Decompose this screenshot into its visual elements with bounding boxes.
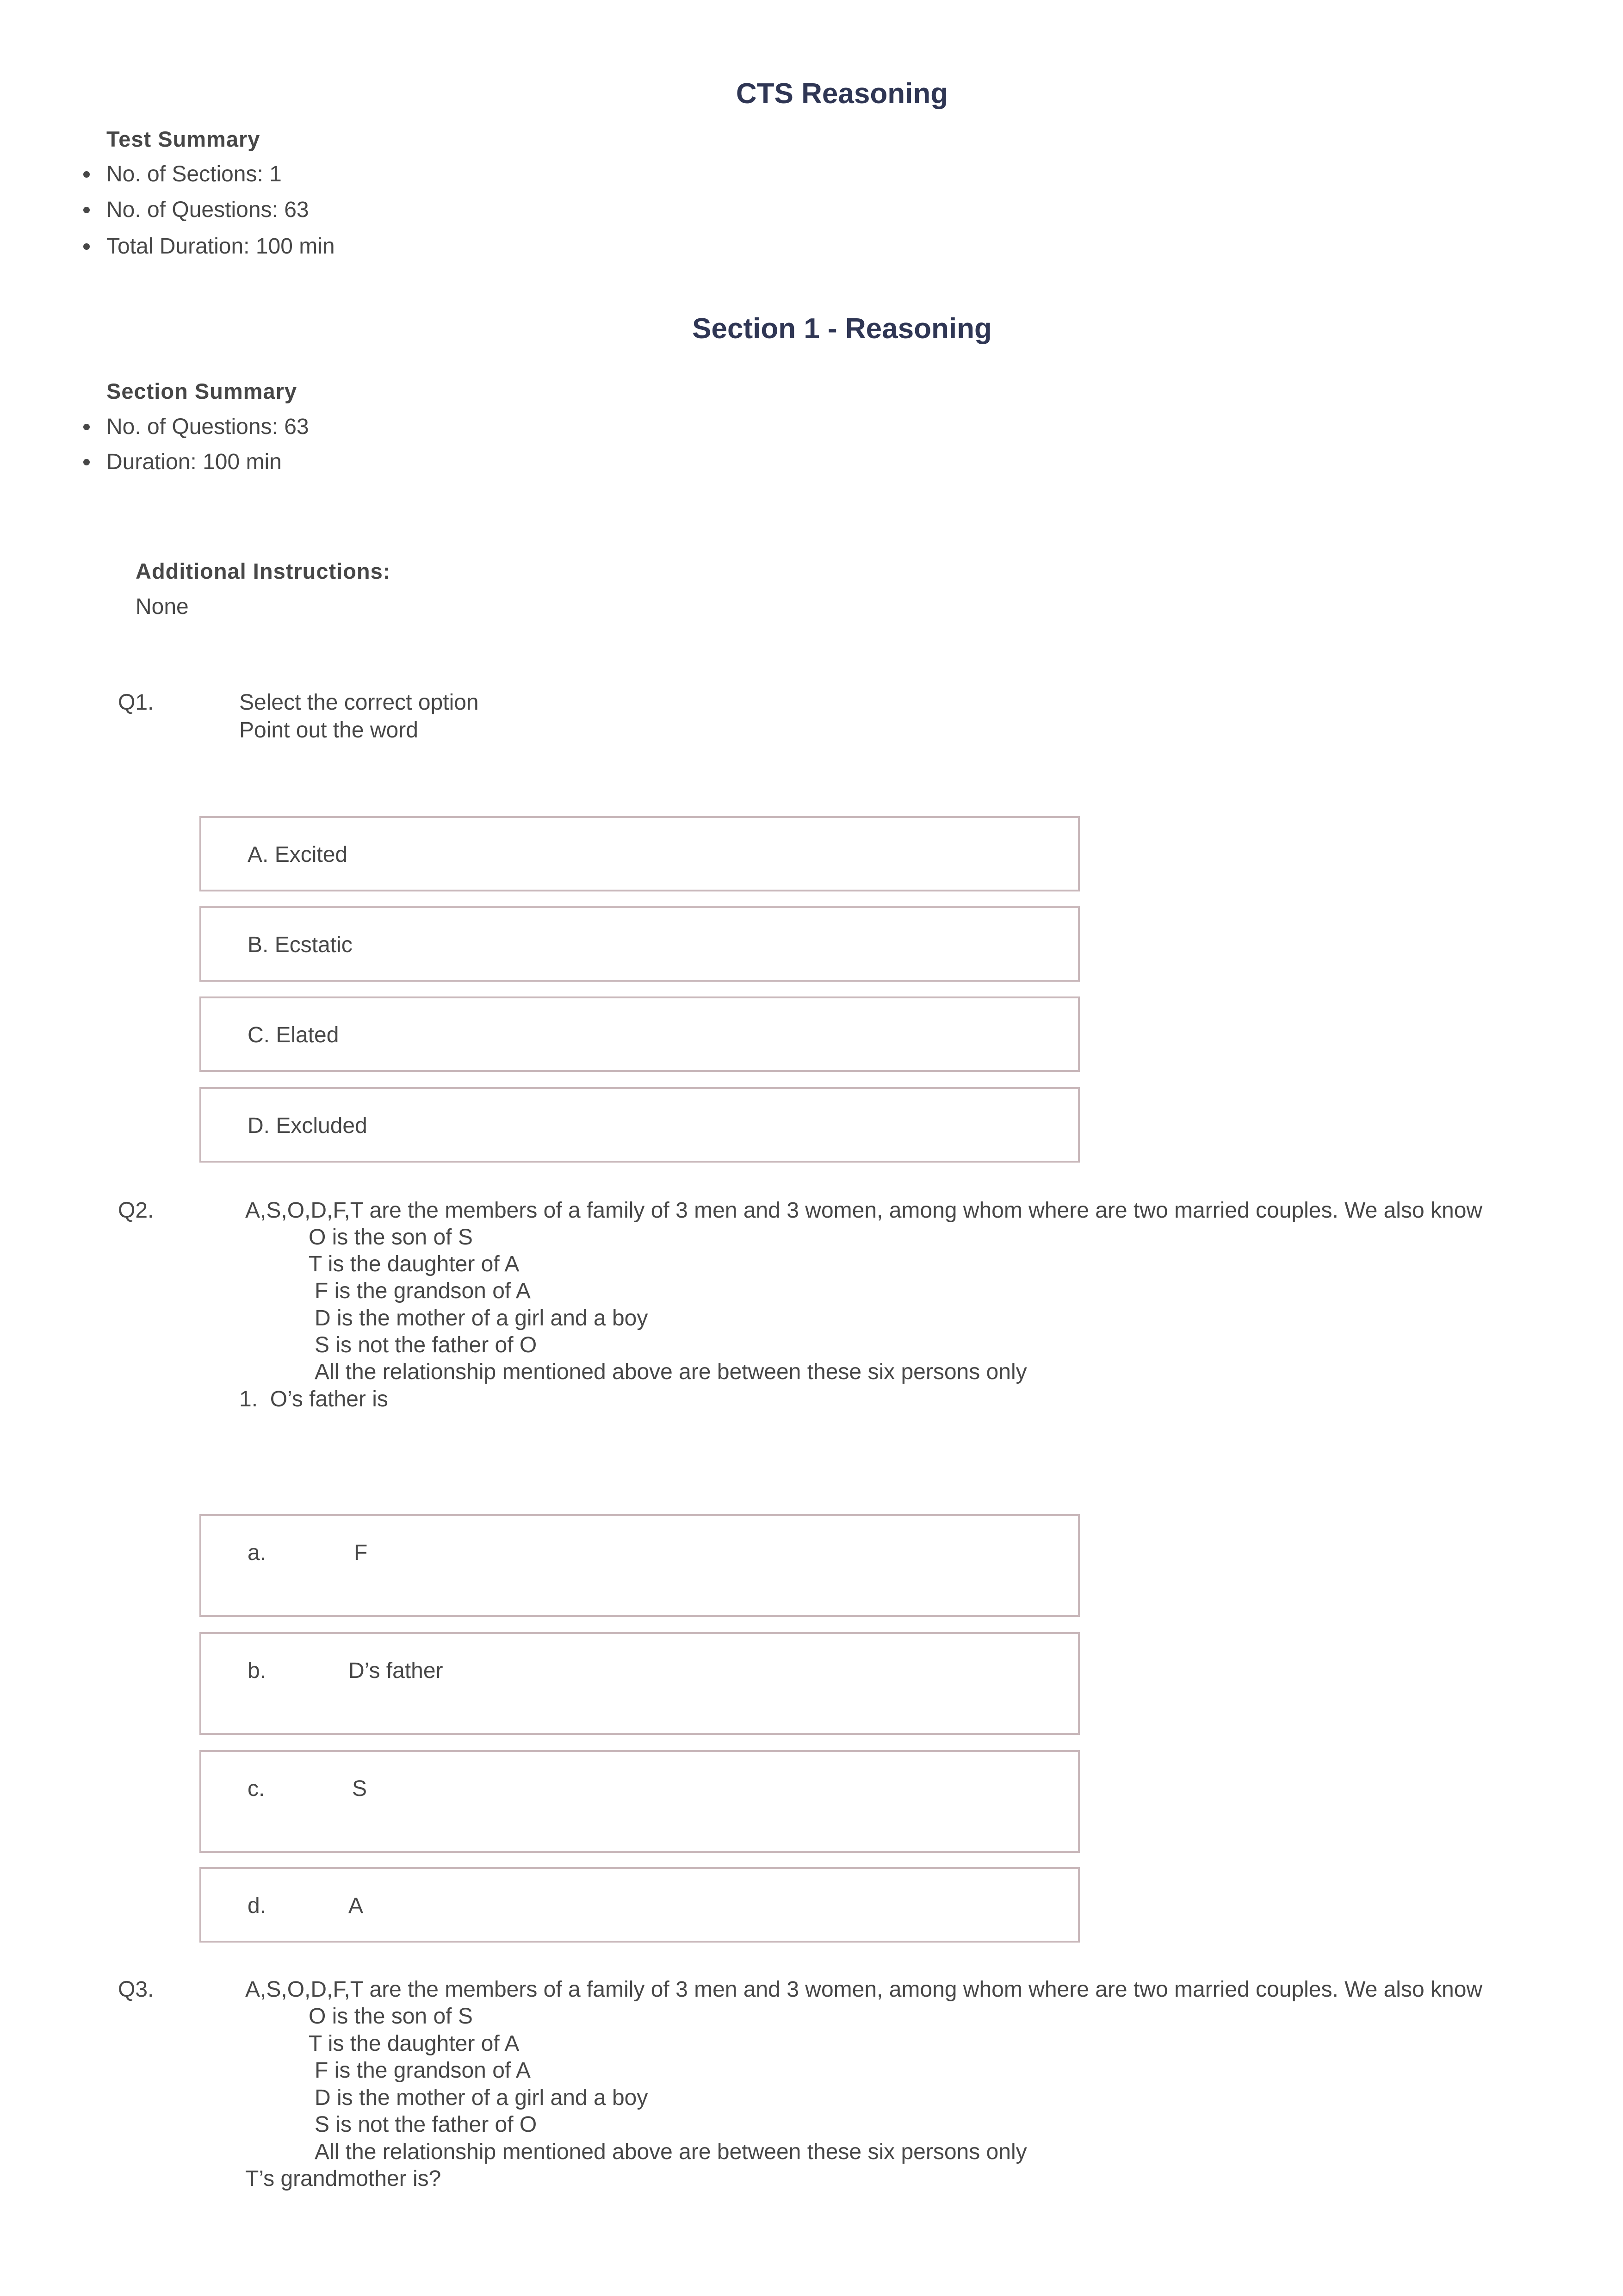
question-fact: S is not the father of O [315,2112,537,2137]
question-fact: O is the son of S [309,1225,473,1250]
option-letter: c. [248,1776,265,1801]
option-c[interactable]: c. S [199,1750,1080,1853]
option-b[interactable]: b. D’s father [199,1632,1080,1735]
question-number: Q1. [118,690,154,715]
question-intro: A,S,O,D,F,T are the members of a family … [245,1977,1483,2002]
question-fact: O is the son of S [309,2004,473,2029]
question-fact: T is the daughter of A [309,1252,520,1276]
bullet-icon [83,424,90,430]
option-letter: a. [248,1541,266,1565]
question-prompt: T’s grandmother is? [245,2166,441,2191]
option-a[interactable]: a. F [199,1514,1080,1617]
option-text: F [354,1541,368,1565]
option-text: Ecstatic [274,933,353,957]
question-number: Q3. [118,1977,154,2002]
question-fact: D is the mother of a girl and a boy [315,1306,648,1331]
section-item-questions: No. of Questions: 63 [106,415,309,439]
option-d[interactable]: d. A [199,1867,1080,1943]
question-fact: F is the grandson of A [315,2058,531,2083]
question-text-line: Select the correct option [239,690,479,715]
option-c[interactable]: C. Elated [199,996,1080,1072]
section-summary-heading: Section Summary [106,379,297,403]
option-b[interactable]: B. Ecstatic [199,906,1080,982]
option-letter: C. [248,1023,270,1047]
summary-item-duration: Total Duration: 100 min [106,234,335,259]
option-text: S [352,1776,367,1801]
bullet-icon [83,171,90,178]
question-fact: D is the mother of a girl and a boy [315,2086,648,2110]
question-fact: All the relationship mentioned above are… [315,1360,1027,1384]
option-text: Excited [274,842,348,867]
document-title: CTS Reasoning [736,78,948,110]
summary-item-questions: No. of Questions: 63 [106,198,309,222]
option-text: D’s father [348,1659,443,1683]
question-fact: All the relationship mentioned above are… [315,2140,1027,2164]
option-letter: D. [248,1114,270,1138]
question-intro: A,S,O,D,F,T are the members of a family … [245,1198,1483,1223]
question-text-line: Point out the word [239,718,418,743]
question-fact: T is the daughter of A [309,2031,520,2056]
bullet-icon [83,207,90,213]
option-letter: B. [248,933,269,957]
summary-item-sections: No. of Sections: 1 [106,162,282,186]
option-letter: b. [248,1659,266,1683]
bullet-icon [83,459,90,465]
section-title: Section 1 - Reasoning [692,313,992,345]
instructions-heading: Additional Instructions: [136,559,391,583]
bullet-icon [83,243,90,250]
option-text: Excluded [276,1114,367,1138]
option-a[interactable]: A. Excited [199,816,1080,891]
question-fact: S is not the father of O [315,1333,537,1357]
question-number: Q2. [118,1198,154,1223]
option-text: Elated [276,1023,339,1047]
test-summary-heading: Test Summary [106,127,260,151]
question-prompt: 1. O’s father is [239,1387,388,1411]
question-fact: F is the grandson of A [315,1279,531,1303]
option-letter: A. [248,842,269,867]
section-item-duration: Duration: 100 min [106,450,282,474]
option-text: A [348,1894,364,1918]
option-letter: d. [248,1894,266,1918]
instructions-text: None [136,594,189,619]
option-d[interactable]: D. Excluded [199,1087,1080,1163]
